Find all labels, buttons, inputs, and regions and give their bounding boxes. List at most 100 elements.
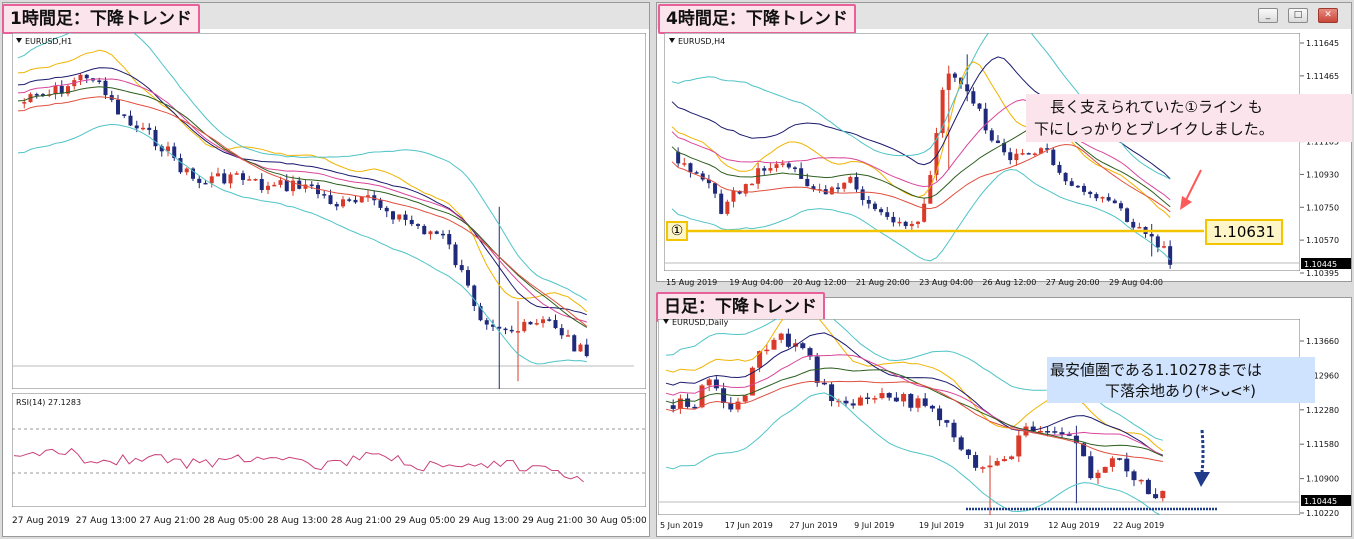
bullish-candle [1160, 490, 1166, 499]
daily-time-label: 31 Jul 2019 [984, 521, 1029, 530]
bearish-candle [670, 405, 676, 409]
restore-button[interactable]: □ [1288, 8, 1308, 23]
bullish-candle [946, 73, 951, 90]
dropdown-icon[interactable] [669, 38, 675, 43]
bullish-candle [1020, 153, 1025, 155]
h4-time-label: 23 Aug 04:00 [919, 278, 973, 287]
bullish-candle [699, 385, 705, 408]
bearish-candle [434, 231, 439, 234]
h1-time-label: 27 Aug 2019 [12, 516, 70, 526]
bearish-candle [805, 178, 810, 187]
bearish-candle [1124, 458, 1130, 472]
bullish-candle [522, 321, 527, 332]
daily-note-line2: 下落余地あり(*>ᴗ<*) [1105, 382, 1257, 400]
bearish-candle [951, 422, 957, 438]
bearish-candle [893, 397, 899, 402]
bearish-candle [1057, 164, 1062, 173]
bearish-candle [1149, 233, 1154, 237]
h4-trend-badge: 4時間足：下降トレンド [658, 4, 856, 34]
daily-price-label: 1.10220 [1306, 509, 1339, 518]
h4-price-label: 1.10930 [1306, 170, 1339, 179]
bearish-candle [688, 163, 693, 173]
bearish-candle [821, 382, 827, 385]
bearish-candle [391, 211, 395, 220]
bearish-candle [509, 329, 514, 332]
bullish-candle [253, 179, 258, 181]
dropdown-icon[interactable] [663, 319, 669, 324]
bearish-candle [178, 158, 183, 173]
bearish-candle [459, 265, 464, 271]
bearish-candle [34, 94, 39, 96]
bullish-candle [774, 164, 779, 168]
dropdown-icon[interactable] [16, 38, 22, 43]
h1-rsi-chart[interactable] [12, 393, 646, 507]
bullish-candle [1032, 153, 1037, 156]
minimize-button[interactable]: _ [1258, 8, 1278, 23]
bullish-candle [278, 180, 283, 185]
h4-time-label: 21 Aug 20:00 [856, 278, 910, 287]
bearish-candle [322, 194, 327, 196]
bearish-candle [203, 182, 208, 185]
daily-time-label: 17 Jun 2019 [725, 521, 773, 530]
bullish-candle [1162, 246, 1166, 248]
close-button[interactable]: ✕ [1318, 8, 1338, 23]
bullish-candle [916, 221, 920, 224]
bearish-candle [384, 207, 389, 212]
bullish-candle [749, 183, 754, 186]
bullish-candle [247, 179, 252, 181]
h1-time-label: 30 Aug 05:00 [586, 516, 646, 526]
bullish-candle [922, 203, 927, 222]
bullish-candle [272, 184, 277, 187]
bullish-candle [578, 344, 583, 352]
daily-time-label: 22 Aug 2019 [1113, 521, 1164, 530]
bearish-candle [1131, 471, 1137, 481]
bearish-candle [965, 84, 970, 92]
bearish-candle [441, 233, 445, 236]
bearish-candle [497, 326, 502, 329]
bullish-candle [897, 221, 902, 224]
bullish-candle [682, 163, 687, 165]
bearish-candle [1153, 494, 1159, 499]
bullish-candle [731, 190, 736, 202]
bullish-candle [216, 173, 220, 177]
bearish-candle [259, 179, 264, 190]
bearish-candle [952, 73, 957, 78]
bullish-candle [879, 393, 885, 399]
h4-price-axis: 1.116451.114651.112851.111051.109301.107… [1300, 39, 1351, 278]
bearish-candle [147, 127, 152, 130]
bearish-candle [762, 168, 767, 171]
bearish-candle [866, 199, 871, 204]
h4-time-label: 29 Aug 04:00 [1109, 278, 1163, 287]
h4-time-label: 26 Aug 12:00 [982, 278, 1036, 287]
bearish-candle [799, 168, 804, 179]
bearish-candle [721, 388, 727, 403]
bullish-candle [341, 199, 345, 207]
bullish-candle [566, 335, 570, 337]
bearish-candle [1155, 236, 1160, 248]
bearish-candle [1117, 458, 1123, 460]
bullish-candle [78, 74, 83, 81]
h1-price-chart[interactable] [12, 33, 646, 389]
daily-time-label: 9 Jul 2019 [854, 521, 894, 530]
bullish-candle [842, 182, 847, 189]
h4-current-price: 1.10445 [1304, 260, 1337, 269]
bearish-candle [1131, 221, 1136, 228]
daily-price-chart[interactable] [658, 319, 1300, 515]
bearish-candle [843, 400, 849, 404]
bearish-candle [995, 140, 1000, 144]
bearish-candle [1051, 149, 1056, 165]
bullish-candle [764, 349, 770, 352]
bearish-candle [353, 199, 358, 203]
bearish-candle [860, 189, 865, 200]
bearish-candle [447, 234, 452, 245]
bearish-candle [222, 173, 227, 184]
bullish-candle [516, 331, 520, 333]
bullish-candle [768, 167, 773, 171]
bullish-candle [909, 223, 914, 227]
bearish-candle [1026, 153, 1031, 155]
h4-note-line1: 長く支えられていた①ライン も [1050, 98, 1263, 116]
bearish-candle [1063, 172, 1068, 182]
bearish-candle [503, 328, 508, 331]
daily-time-label: 19 Jul 2019 [919, 521, 964, 530]
bearish-candle [973, 455, 979, 468]
